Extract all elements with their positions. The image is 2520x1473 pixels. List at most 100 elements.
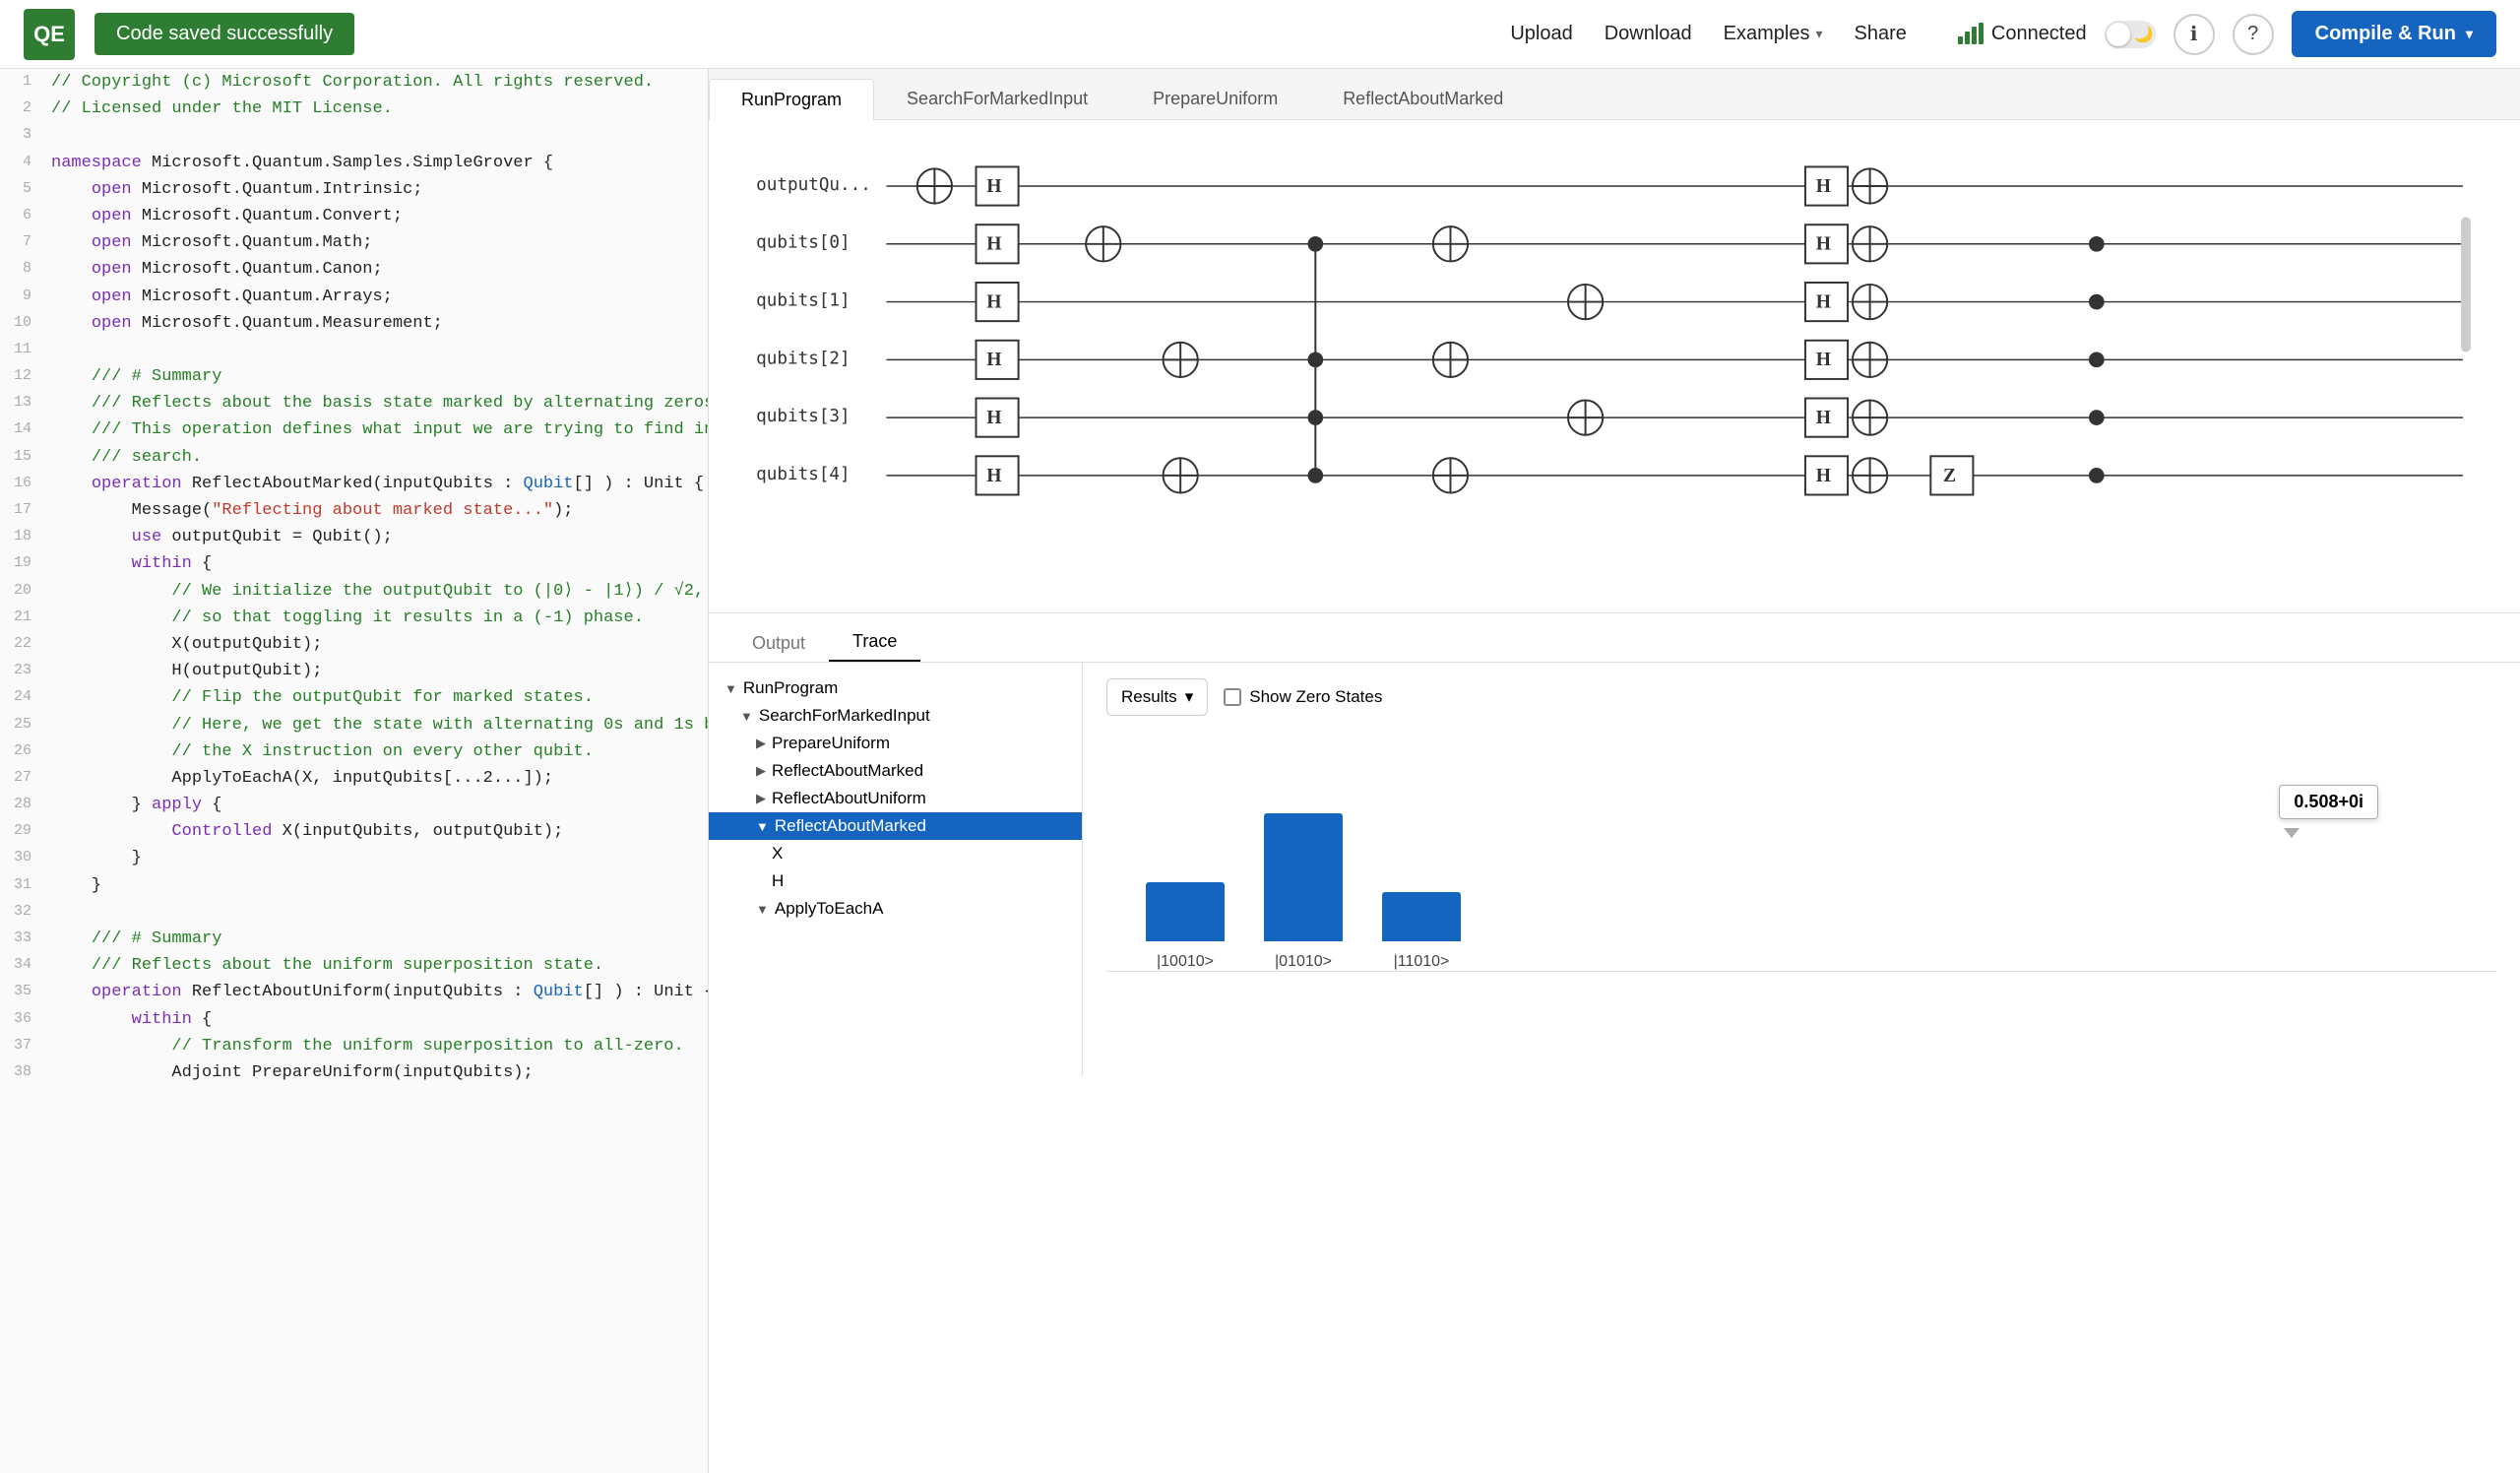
trace-item-runprogram[interactable]: ▼RunProgram <box>709 674 1082 702</box>
code-line: 15 /// search. <box>0 444 708 471</box>
line-number: 23 <box>0 658 47 684</box>
output-content: ▼RunProgram▼SearchForMarkedInput▶Prepare… <box>709 663 2520 1076</box>
trace-item-x[interactable]: X <box>709 840 1082 867</box>
signal-bars-icon <box>1958 25 1984 44</box>
line-number: 24 <box>0 684 47 711</box>
line-content: Adjoint PrepareUniform(inputQubits); <box>47 1059 708 1086</box>
line-number: 26 <box>0 738 47 765</box>
topbar-nav: Upload Download Examples ▾ Share <box>1510 23 1907 45</box>
line-content: open Microsoft.Quantum.Measurement; <box>47 310 708 337</box>
line-content: } <box>47 845 708 871</box>
examples-button[interactable]: Examples ▾ <box>1724 23 1823 45</box>
info-button[interactable]: ℹ <box>2174 14 2215 55</box>
line-content: /// # Summary <box>47 363 708 390</box>
line-number: 8 <box>0 256 47 283</box>
circuit-tab-reflectaboutmarked[interactable]: ReflectAboutMarked <box>1310 78 1536 119</box>
tab-trace[interactable]: Trace <box>829 623 920 662</box>
code-line: 16 operation ReflectAboutMarked(inputQub… <box>0 471 708 497</box>
code-line: 10 open Microsoft.Quantum.Measurement; <box>0 310 708 337</box>
line-number: 2 <box>0 96 47 122</box>
trace-item-searchformarkedinput[interactable]: ▼SearchForMarkedInput <box>709 702 1082 730</box>
line-number: 13 <box>0 390 47 416</box>
line-content: within { <box>47 1006 708 1033</box>
chart-area: 0.508+0i |10010> |01010> |11010> <box>1106 775 2496 1051</box>
help-button[interactable]: ? <box>2233 14 2274 55</box>
line-content: ApplyToEachA(X, inputQubits[...2...]); <box>47 765 708 792</box>
line-content: /// This operation defines what input we… <box>47 416 709 443</box>
download-button[interactable]: Download <box>1605 23 1692 45</box>
line-content: // Flip the outputQubit for marked state… <box>47 684 708 711</box>
svg-text:H: H <box>1816 350 1831 370</box>
circuit-tabs: RunProgramSearchForMarkedInputPrepareUni… <box>709 69 2520 120</box>
svg-text:H: H <box>1816 234 1831 255</box>
upload-button[interactable]: Upload <box>1510 23 1572 45</box>
show-zero-states-checkbox[interactable] <box>1224 688 1241 706</box>
circuit-tab-runprogram[interactable]: RunProgram <box>709 79 874 120</box>
share-button[interactable]: Share <box>1855 23 1907 45</box>
code-line: 4namespace Microsoft.Quantum.Samples.Sim… <box>0 150 708 176</box>
code-line: 36 within { <box>0 1006 708 1033</box>
theme-knob <box>2107 23 2130 46</box>
examples-chevron-icon: ▾ <box>1815 26 1822 42</box>
saved-notification: Code saved successfully <box>94 13 354 55</box>
show-zero-states-toggle[interactable]: Show Zero States <box>1224 687 1382 707</box>
trace-item-reflectaboutmarked2[interactable]: ▼ReflectAboutMarked <box>709 812 1082 840</box>
circuit-tab-prepareuniform[interactable]: PrepareUniform <box>1120 78 1310 119</box>
trace-item-h[interactable]: H <box>709 867 1082 895</box>
compile-run-button[interactable]: Compile & Run ▾ <box>2292 11 2496 57</box>
trace-item-applytoeacha[interactable]: ▼ApplyToEachA <box>709 895 1082 923</box>
circuit-diagram[interactable]: outputQu... qubits[0] qubits[1] qubits[2… <box>709 120 2520 612</box>
code-line: 25 // Here, we get the state with altern… <box>0 712 708 738</box>
code-line: 19 within { <box>0 550 708 577</box>
output-section: Output Trace ▼RunProgram▼SearchForMarked… <box>709 612 2520 1076</box>
line-content: open Microsoft.Quantum.Intrinsic; <box>47 176 708 203</box>
line-number: 15 <box>0 444 47 471</box>
svg-text:qubits[1]: qubits[1] <box>756 290 850 310</box>
line-number: 28 <box>0 792 47 818</box>
svg-text:H: H <box>986 176 1001 197</box>
code-line: 5 open Microsoft.Quantum.Intrinsic; <box>0 176 708 203</box>
trace-tree[interactable]: ▼RunProgram▼SearchForMarkedInput▶Prepare… <box>709 663 1083 1076</box>
code-line: 31 } <box>0 872 708 899</box>
code-line: 24 // Flip the outputQubit for marked st… <box>0 684 708 711</box>
circuit-tab-searchformarkedinput[interactable]: SearchForMarkedInput <box>874 78 1120 119</box>
code-line: 26 // the X instruction on every other q… <box>0 738 708 765</box>
line-number: 6 <box>0 203 47 229</box>
line-number: 7 <box>0 229 47 256</box>
chart-bar-label: |10010> <box>1157 953 1214 971</box>
line-content: // so that toggling it results in a (-1)… <box>47 605 708 631</box>
results-dropdown[interactable]: Results ▾ <box>1106 678 1208 716</box>
line-number: 37 <box>0 1033 47 1059</box>
line-content: // the X instruction on every other qubi… <box>47 738 708 765</box>
topbar: QE Code saved successfully Upload Downlo… <box>0 0 2520 69</box>
tab-output[interactable]: Output <box>728 625 829 662</box>
code-line: 22 X(outputQubit); <box>0 631 708 658</box>
dropdown-chevron-icon: ▾ <box>1185 687 1194 707</box>
moon-icon: 🌙 <box>2134 25 2154 44</box>
line-number: 27 <box>0 765 47 792</box>
circuit-svg: outputQu... qubits[0] qubits[1] qubits[2… <box>728 140 2500 612</box>
trace-item-reflectaboutmarked[interactable]: ▶ReflectAboutMarked <box>709 757 1082 785</box>
line-number: 18 <box>0 524 47 550</box>
line-number: 19 <box>0 550 47 577</box>
chart-tooltip: 0.508+0i <box>2279 785 2378 819</box>
svg-text:qubits[2]: qubits[2] <box>756 349 850 368</box>
svg-text:qubits[0]: qubits[0] <box>756 233 850 253</box>
line-content: open Microsoft.Quantum.Math; <box>47 229 708 256</box>
trace-item-reflectaboutuniform[interactable]: ▶ReflectAboutUniform <box>709 785 1082 812</box>
trace-item-prepareuniform[interactable]: ▶PrepareUniform <box>709 730 1082 757</box>
code-line: 27 ApplyToEachA(X, inputQubits[...2...])… <box>0 765 708 792</box>
output-tabs: Output Trace <box>709 613 2520 663</box>
code-line: 8 open Microsoft.Quantum.Canon; <box>0 256 708 283</box>
line-number: 14 <box>0 416 47 443</box>
code-line: 12 /// # Summary <box>0 363 708 390</box>
line-number: 9 <box>0 284 47 310</box>
theme-toggle[interactable]: 🌙 <box>2105 21 2156 48</box>
svg-text:H: H <box>986 234 1001 255</box>
chart-bar-label: |01010> <box>1275 953 1332 971</box>
compile-run-arrow-icon: ▾ <box>2466 26 2473 42</box>
code-editor[interactable]: 1// Copyright (c) Microsoft Corporation.… <box>0 69 709 1473</box>
chart-bar-item: |11010> <box>1382 892 1461 971</box>
chart-bar <box>1264 813 1343 941</box>
code-line: 11 <box>0 337 708 363</box>
